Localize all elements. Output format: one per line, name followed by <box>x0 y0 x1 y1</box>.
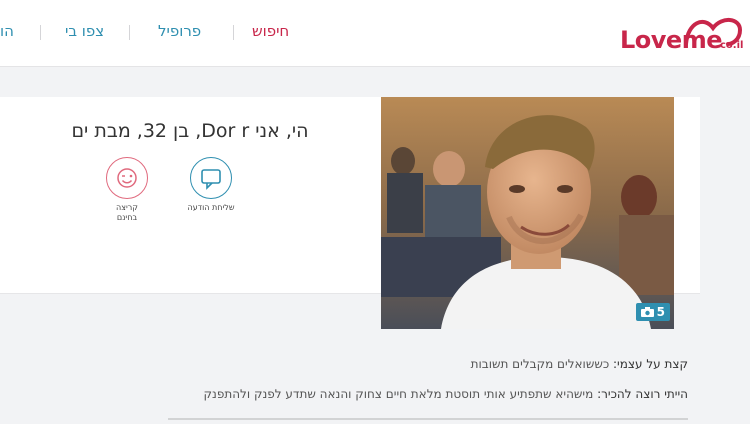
about-me-title: קצת על עצמי: <box>613 357 688 371</box>
photo-count: 5 <box>656 305 665 319</box>
photo-count-badge[interactable]: 5 <box>635 303 670 321</box>
send-message-button[interactable]: שליחת הודעה <box>180 157 242 213</box>
send-message-label: שליחת הודעה <box>187 203 235 212</box>
looking-for-title: הייתי רוצה להכיר: <box>597 387 688 401</box>
looking-for-text: מישהיא שתפתיע אותי תוסטת מלאת חיים צחוק … <box>203 387 594 401</box>
nav-divider <box>129 25 130 40</box>
chat-bubble-icon <box>201 169 221 190</box>
wink-circle <box>106 157 148 199</box>
nav-viewed-me[interactable]: צפו בי <box>65 22 104 40</box>
top-bar: Loveme co.il חיפוש פרופיל צפו בי הו <box>0 0 750 67</box>
camera-icon <box>640 307 654 317</box>
nav-divider <box>233 25 234 40</box>
message-circle <box>190 157 232 199</box>
logo-tld: co.il <box>720 40 744 51</box>
nav-profile[interactable]: פרופיל <box>158 22 201 40</box>
free-wink-button[interactable]: קריצה בחינם <box>100 157 154 223</box>
free-wink-label-line2: בחינם <box>116 213 138 222</box>
nav-more[interactable]: הו <box>0 22 14 40</box>
about-me-text: כששואלים מקבלים תשובות <box>470 357 610 371</box>
nav-search[interactable]: חיפוש <box>252 22 289 40</box>
blurred-text-placeholder <box>168 418 688 420</box>
looking-for-line: הייתי רוצה להכיר: מישהיא שתפתיע אותי תוס… <box>204 387 689 401</box>
profile-headline: הי, אני Dor r, בן 32, מבת ים <box>71 120 309 142</box>
loveme-logo[interactable]: Loveme co.il <box>620 14 748 56</box>
nav-divider <box>40 25 41 40</box>
free-wink-label-line1: קריצה <box>116 203 138 212</box>
more-details-line <box>168 414 688 424</box>
logo-text: Loveme <box>620 26 723 54</box>
wink-smiley-icon <box>117 168 137 188</box>
about-me-line: קצת על עצמי: כששואלים מקבלים תשובות <box>471 357 688 371</box>
profile-photo-image <box>381 97 674 329</box>
profile-photo[interactable]: 5 <box>381 97 674 329</box>
